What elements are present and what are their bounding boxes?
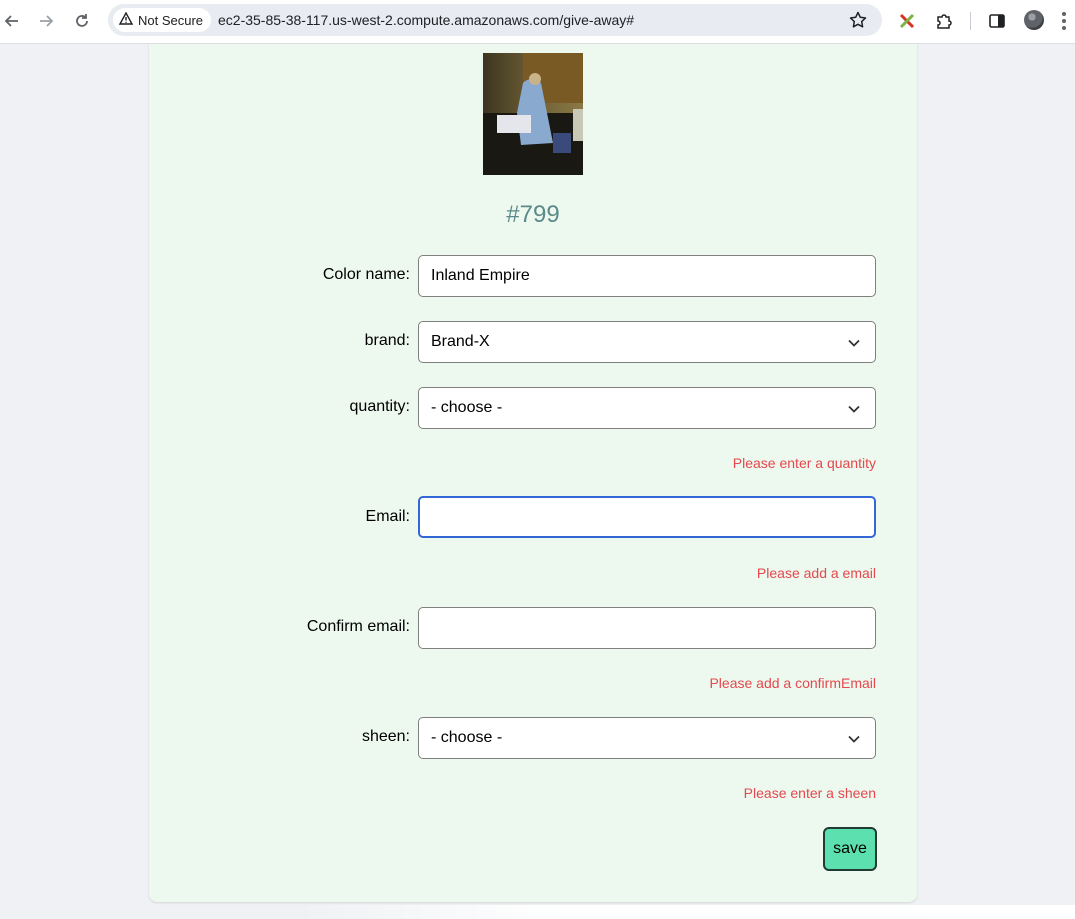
brand-selected-value: Brand-X xyxy=(431,333,490,350)
give-away-form-card: #799 Color name: Inland Empire brand: Br… xyxy=(149,44,917,902)
color-name-input[interactable]: Inland Empire xyxy=(418,255,876,297)
painting-thumbnail xyxy=(483,53,583,175)
item-number: #799 xyxy=(506,201,560,228)
bookmark-star-icon[interactable] xyxy=(848,10,868,30)
brand-label: brand: xyxy=(364,332,410,349)
security-chip[interactable]: Not Secure xyxy=(113,8,212,32)
quantity-label: quantity: xyxy=(349,398,410,415)
forward-arrow-icon[interactable] xyxy=(34,9,58,33)
quantity-select[interactable]: - choose - xyxy=(418,387,876,429)
warning-triangle-icon xyxy=(118,11,134,28)
extension-x-icon[interactable] xyxy=(896,10,918,32)
email-input[interactable] xyxy=(418,496,876,538)
page-bottom-fade xyxy=(300,905,1075,919)
email-error: Please add a email xyxy=(756,565,876,581)
url-text[interactable]: ec2-35-85-38-117.us-west-2.compute.amazo… xyxy=(218,12,634,28)
back-arrow-icon[interactable] xyxy=(0,9,24,33)
browser-toolbar: Not Secure ec2-35-85-38-117.us-west-2.co… xyxy=(0,0,1075,44)
side-panel-icon[interactable] xyxy=(986,10,1008,32)
address-bar[interactable]: Not Secure ec2-35-85-38-117.us-west-2.co… xyxy=(108,4,882,36)
save-button[interactable]: save xyxy=(823,827,877,871)
quantity-error: Please enter a quantity xyxy=(732,455,876,471)
toolbar-separator xyxy=(970,12,971,30)
puzzle-extensions-icon[interactable] xyxy=(933,10,955,32)
chevron-down-icon xyxy=(848,735,860,743)
chevron-down-icon xyxy=(848,405,860,413)
sheen-selected-value: - choose - xyxy=(431,729,503,746)
sheen-error: Please enter a sheen xyxy=(743,785,876,801)
confirm-email-label: Confirm email: xyxy=(306,618,410,635)
reload-icon[interactable] xyxy=(70,9,94,33)
security-label: Not Secure xyxy=(138,12,204,28)
color-name-value: Inland Empire xyxy=(431,267,530,284)
email-label: Email: xyxy=(365,508,410,525)
confirm-email-error: Please add a confirmEmail xyxy=(709,675,876,691)
confirm-email-input[interactable] xyxy=(418,607,876,649)
brand-select[interactable]: Brand-X xyxy=(418,321,876,363)
color-name-label: Color name: xyxy=(322,266,410,283)
quantity-selected-value: - choose - xyxy=(431,399,503,416)
profile-avatar-icon[interactable] xyxy=(1024,10,1044,30)
sheen-select[interactable]: - choose - xyxy=(418,717,876,759)
sheen-label: sheen: xyxy=(361,728,410,745)
menu-dots-icon[interactable] xyxy=(1062,12,1066,30)
chevron-down-icon xyxy=(848,339,860,347)
